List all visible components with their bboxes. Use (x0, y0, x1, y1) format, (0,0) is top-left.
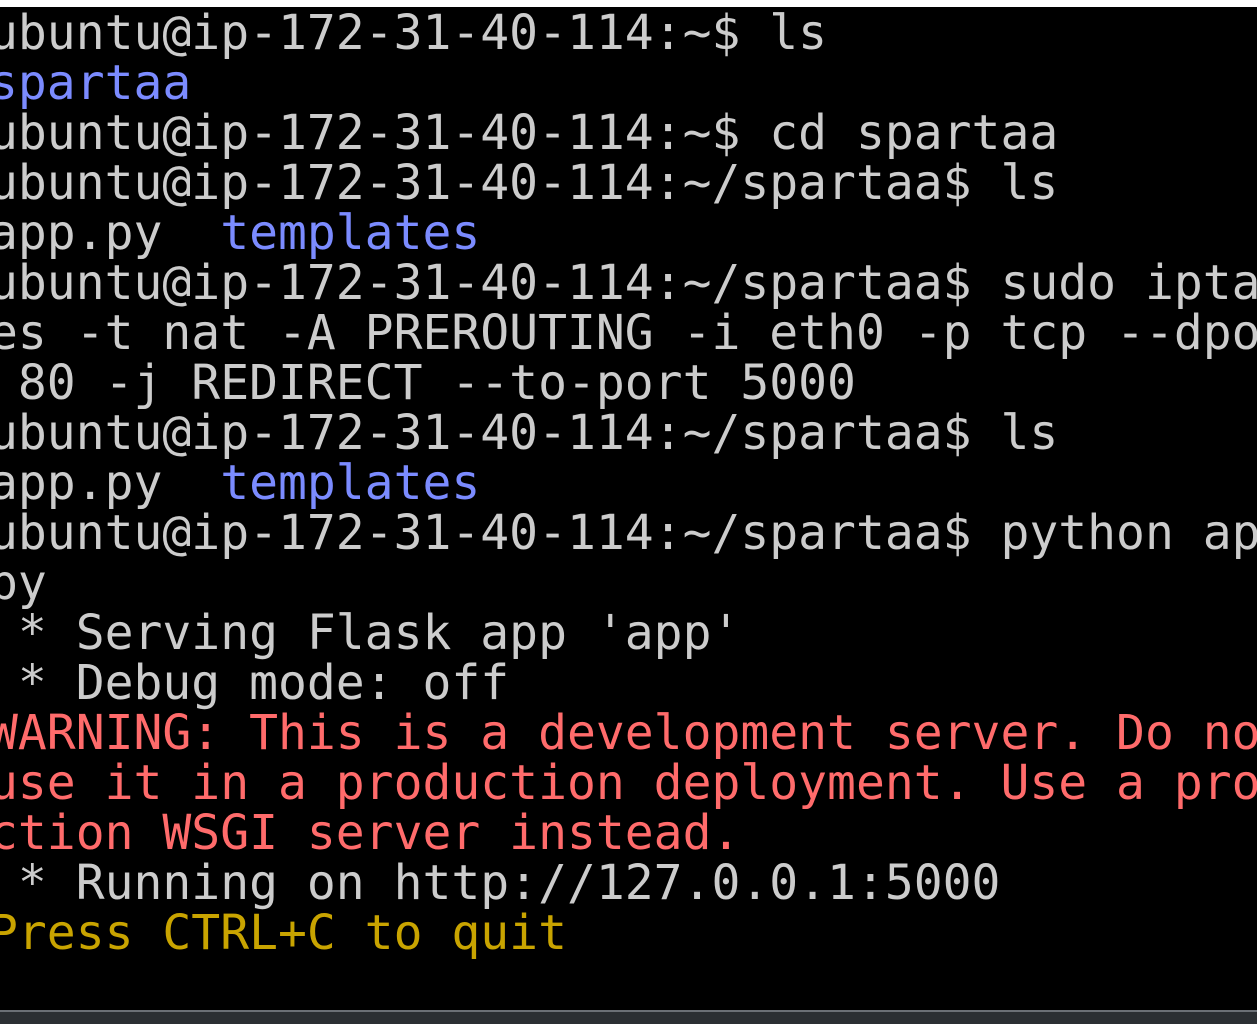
terminal-text-segment: 80 -j REDIRECT --to-port 5000 (0, 355, 856, 411)
terminal-window: ubuntu@ip-172-31-40-114:~$ ls spartaa ubun… (0, 0, 1257, 1024)
window-bottom-bar (0, 1010, 1257, 1024)
terminal-text-segment: ubuntu@ip-172-31-40-114:~/spartaa$ pytho… (0, 505, 1257, 561)
terminal-text-segment: ubuntu@ip-172-31-40-114:~/spartaa$ sudo … (0, 255, 1257, 311)
terminal-text-segment: * Debug mode: off (0, 655, 510, 711)
terminal-text-segment: ubuntu@ip-172-31-40-114:~$ ls (0, 7, 828, 61)
terminal-text-segment: spartaa (0, 55, 192, 111)
window-top-edge (0, 0, 1257, 7)
terminal-text-segment: templates (220, 455, 481, 511)
terminal-text-segment: templates (220, 205, 481, 261)
terminal-text-segment: app.py (0, 205, 221, 261)
terminal-line: * Serving Flask app 'app' (0, 608, 740, 658)
terminal-line: py (0, 558, 47, 608)
terminal-line: ction WSGI server instead. (0, 808, 740, 858)
terminal-text-segment: * Serving Flask app 'app' (0, 605, 741, 661)
bottom-bar-highlight (0, 1010, 1257, 1012)
terminal-text-segment: WARNING: This is a development server. D… (0, 705, 1257, 761)
terminal-text-segment: use it in a production deployment. Use a… (0, 755, 1257, 811)
terminal-text-segment: * Running on http://127.0.0.1:5000 (0, 855, 1001, 911)
terminal-line: es -t nat -A PREROUTING -i eth0 -p tcp -… (0, 308, 1257, 358)
terminal-output[interactable]: ubuntu@ip-172-31-40-114:~$ ls spartaa ubun… (0, 7, 1257, 1010)
terminal-text-segment: es -t nat -A PREROUTING -i eth0 -p tcp -… (0, 305, 1257, 361)
terminal-line: ubuntu@ip-172-31-40-114:~/spartaa$ ls (0, 158, 1058, 208)
terminal-line: ubuntu@ip-172-31-40-114:~$ cd spartaa (0, 108, 1058, 158)
terminal-line: WARNING: This is a development server. D… (0, 708, 1257, 758)
terminal-text-segment: py (0, 555, 47, 611)
terminal-line: ubuntu@ip-172-31-40-114:~$ ls (0, 8, 827, 58)
terminal-text-segment: Press CTRL+C to quit (0, 905, 567, 961)
terminal-line: app.py templates (0, 208, 480, 258)
terminal-line: * Debug mode: off (0, 658, 509, 708)
terminal-text-segment: ubuntu@ip-172-31-40-114:~/spartaa$ ls (0, 405, 1059, 461)
terminal-line: use it in a production deployment. Use a… (0, 758, 1257, 808)
terminal-text-segment: app.py (0, 455, 221, 511)
terminal-text-segment: ubuntu@ip-172-31-40-114:~/spartaa$ ls (0, 155, 1059, 211)
terminal-line: spartaa (0, 58, 191, 108)
terminal-line: ubuntu@ip-172-31-40-114:~/spartaa$ pytho… (0, 508, 1257, 558)
terminal-line: * Running on http://127.0.0.1:5000 (0, 855, 1001, 911)
terminal-text-segment: ubuntu@ip-172-31-40-114:~$ cd spartaa (0, 105, 1059, 161)
terminal-line: ubuntu@ip-172-31-40-114:~/spartaa$ sudo … (0, 258, 1257, 308)
terminal-line: app.py templates (0, 458, 480, 508)
terminal-line: Press CTRL+C to quit (0, 908, 567, 958)
terminal-line: ubuntu@ip-172-31-40-114:~/spartaa$ ls (0, 408, 1058, 458)
terminal-line: 80 -j REDIRECT --to-port 5000 (0, 358, 856, 408)
terminal-text-segment: ction WSGI server instead. (0, 805, 741, 861)
